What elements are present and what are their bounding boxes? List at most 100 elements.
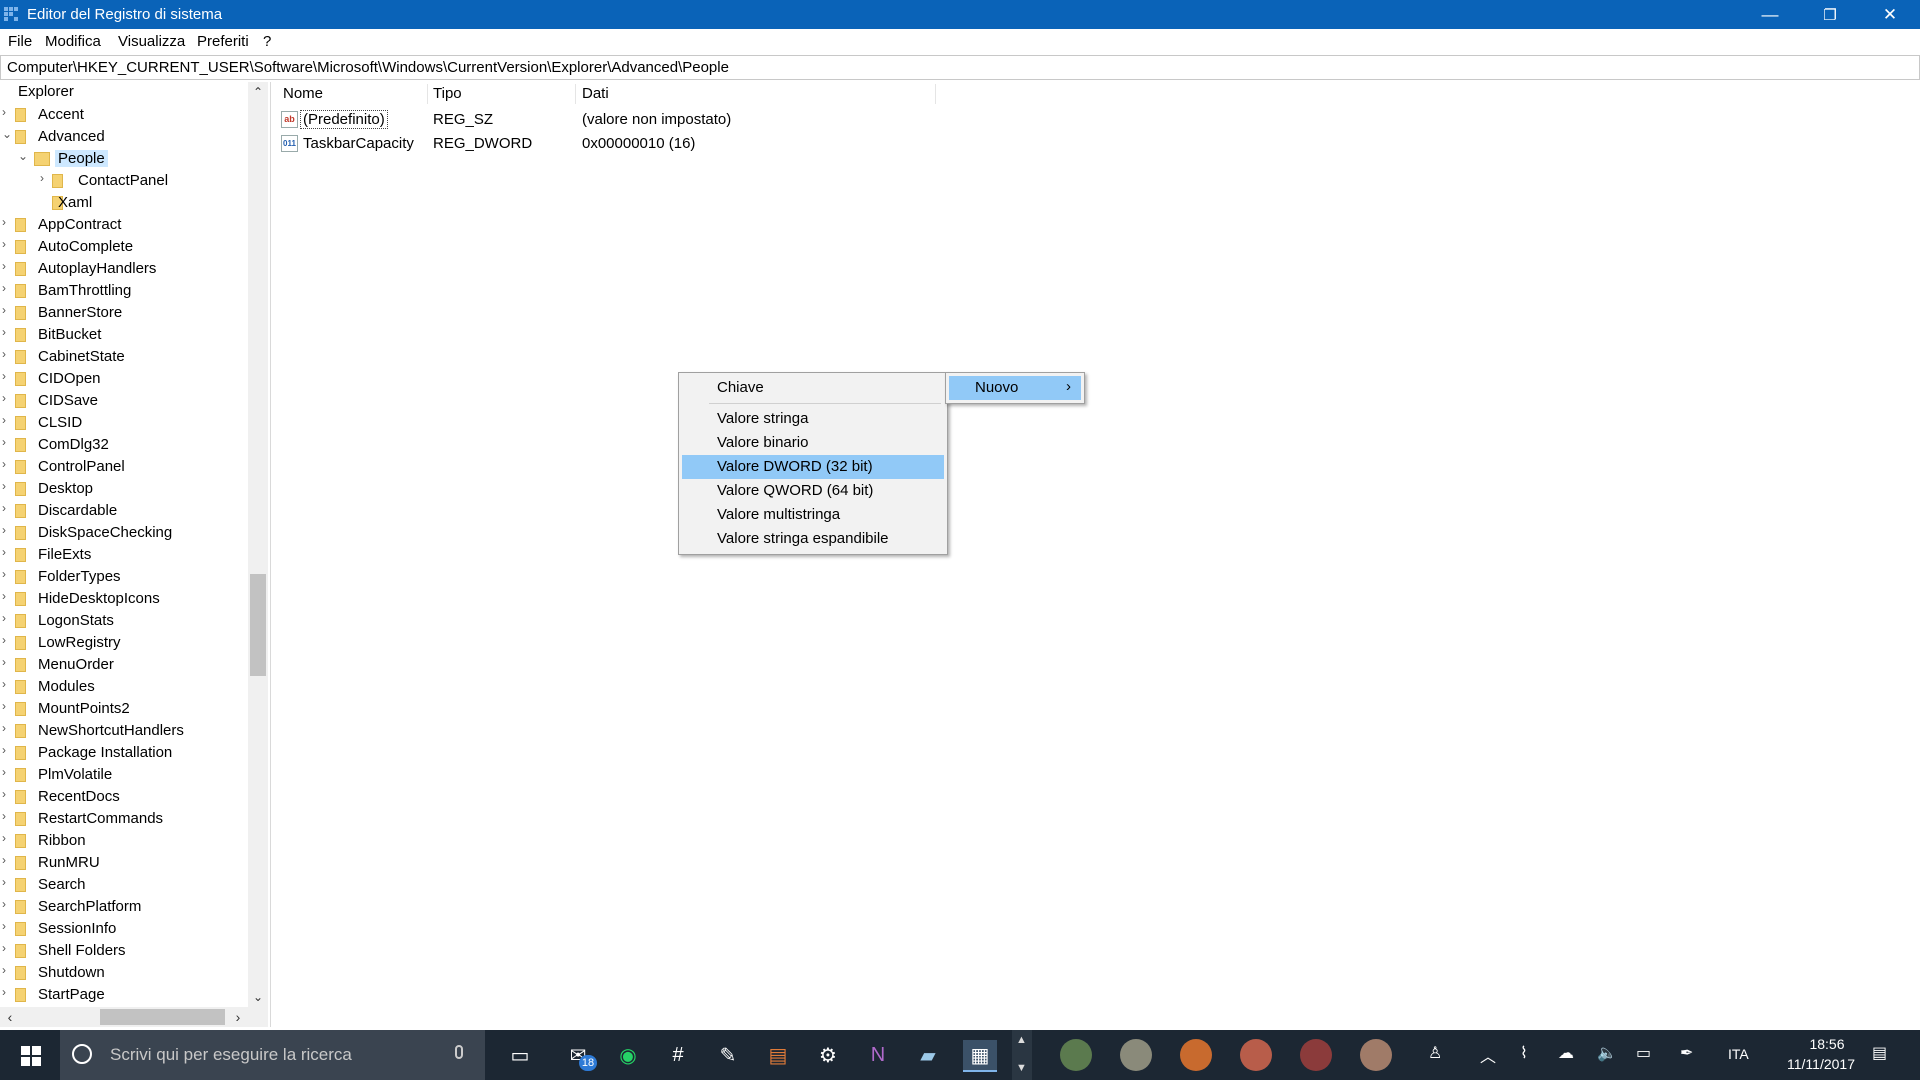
minimize-button[interactable]: — — [1740, 0, 1800, 29]
tree-item-autocomplete[interactable]: › AutoComplete — [0, 236, 248, 258]
contact-avatar[interactable] — [1240, 1039, 1272, 1071]
close-button[interactable]: ✕ — [1860, 0, 1920, 29]
column-header-tipo[interactable]: Tipo — [433, 85, 462, 102]
tree-item-menuorder[interactable]: › MenuOrder — [0, 654, 248, 676]
taskbar-search-box[interactable]: Scrivi qui per eseguire la ricerca — [60, 1030, 485, 1080]
clock-time[interactable]: 18:56 — [1792, 1036, 1862, 1052]
start-button[interactable] — [0, 1030, 60, 1080]
menu-item-valore-multistringa[interactable]: Valore multistringa — [682, 503, 944, 527]
action-center-icon[interactable]: ▤ — [1872, 1043, 1887, 1063]
tree-item-bannerstore[interactable]: › BannerStore — [0, 302, 248, 324]
tree-item-logonstats[interactable]: › LogonStats — [0, 610, 248, 632]
menu-item-valore-stringa[interactable]: Valore stringa — [682, 407, 944, 431]
expand-chevron-icon[interactable]: › — [2, 853, 6, 867]
people-icon[interactable]: ♙ — [1428, 1043, 1442, 1063]
menu-item-valore-binario[interactable]: Valore binario — [682, 431, 944, 455]
column-divider[interactable] — [427, 84, 428, 104]
tree-item-package-installation[interactable]: › Package Installation — [0, 742, 248, 764]
tree-item-clsid[interactable]: › CLSID — [0, 412, 248, 434]
tree-item-cabinetstate[interactable]: › CabinetState — [0, 346, 248, 368]
contact-avatar[interactable] — [1120, 1039, 1152, 1071]
tree-item-bitbucket[interactable]: › BitBucket — [0, 324, 248, 346]
expand-chevron-icon[interactable]: › — [2, 831, 6, 845]
expand-chevron-icon[interactable]: › — [2, 787, 6, 801]
input-language[interactable]: ITA — [1728, 1046, 1749, 1062]
expand-chevron-icon[interactable]: › — [2, 325, 6, 339]
tree-item-xaml[interactable]: Xaml — [0, 192, 248, 214]
expand-chevron-icon[interactable]: › — [2, 567, 6, 581]
expand-chevron-icon[interactable]: › — [2, 699, 6, 713]
tree-item-foldertypes[interactable]: › FolderTypes — [0, 566, 248, 588]
values-list-pane[interactable]: Nome Tipo Dati ab (Predefinito) REG_SZ (… — [272, 82, 1920, 1027]
slack-icon[interactable]: # — [663, 1040, 693, 1070]
expand-chevron-icon[interactable]: › — [2, 413, 6, 427]
expand-chevron-icon[interactable]: › — [2, 347, 6, 361]
regedit-taskbar-icon[interactable]: ▦ — [963, 1040, 997, 1072]
show-hidden-icons-icon[interactable]: ︿ — [1480, 1043, 1496, 1067]
tree-item-contactpanel[interactable]: › ContactPanel — [0, 170, 248, 192]
expand-chevron-icon[interactable]: › — [2, 743, 6, 757]
contact-avatar[interactable] — [1060, 1039, 1092, 1071]
tree-scroll-thumb[interactable] — [250, 574, 266, 676]
expand-chevron-icon[interactable]: › — [2, 369, 6, 383]
value-row-default[interactable]: ab (Predefinito) REG_SZ (valore non impo… — [272, 108, 1072, 132]
expand-chevron-icon[interactable]: › — [2, 501, 6, 515]
expand-chevron-icon[interactable]: › — [2, 457, 6, 471]
clock-date[interactable]: 11/11/2017 — [1766, 1056, 1876, 1072]
tree-item-restartcommands[interactable]: › RestartCommands — [0, 808, 248, 830]
tree-item-sessioninfo[interactable]: › SessionInfo — [0, 918, 248, 940]
tree-item-recentdocs[interactable]: › RecentDocs — [0, 786, 248, 808]
microphone-icon[interactable] — [455, 1045, 463, 1059]
pen-icon[interactable]: ✒ — [1680, 1043, 1693, 1063]
column-header-dati[interactable]: Dati — [582, 85, 609, 102]
tree-item-shell-folders[interactable]: › Shell Folders — [0, 940, 248, 962]
tree-vertical-scrollbar[interactable]: ⌃ ⌄ — [248, 82, 268, 1007]
menu-item-nuovo[interactable]: Nuovo › — [949, 376, 1081, 400]
expand-chevron-icon[interactable]: › — [2, 721, 6, 735]
tree-horizontal-scrollbar[interactable]: ‹ › — [0, 1007, 248, 1027]
tree-item-searchplatform[interactable]: › SearchPlatform — [0, 896, 248, 918]
tree-item-people[interactable]: ⌄ People — [0, 148, 248, 170]
chevron-up-icon[interactable]: ▲ — [1016, 1034, 1027, 1046]
tree-item-bamthrottling[interactable]: › BamThrottling — [0, 280, 248, 302]
tree-item-plmvolatile[interactable]: › PlmVolatile — [0, 764, 248, 786]
menu-item-valore-dword[interactable]: Valore DWORD (32 bit) — [682, 455, 944, 479]
menu-item-valore-stringa-espandibile[interactable]: Valore stringa espandibile — [682, 527, 944, 551]
expand-chevron-icon[interactable]: › — [2, 523, 6, 537]
notes-icon[interactable]: ▰ — [913, 1040, 943, 1070]
menu-item-chiave[interactable]: Chiave — [682, 376, 944, 400]
tree-item-appcontract[interactable]: › AppContract — [0, 214, 248, 236]
expand-chevron-icon[interactable]: › — [40, 171, 44, 185]
expand-chevron-icon[interactable]: › — [2, 281, 6, 295]
expand-chevron-icon[interactable]: › — [2, 941, 6, 955]
expand-chevron-icon[interactable]: › — [2, 237, 6, 251]
tree-item-fileexts[interactable]: › FileExts — [0, 544, 248, 566]
expand-chevron-icon[interactable]: › — [2, 589, 6, 603]
winrar-icon[interactable]: ▤ — [763, 1040, 793, 1070]
settings-gear-icon[interactable]: ⚙ — [813, 1040, 843, 1070]
chevron-down-icon[interactable]: ▼ — [1016, 1062, 1027, 1074]
expand-chevron-icon[interactable]: › — [2, 215, 6, 229]
menu-file[interactable]: File — [8, 33, 32, 50]
tree-item-desktop[interactable]: › Desktop — [0, 478, 248, 500]
tree-item-diskspacechecking[interactable]: › DiskSpaceChecking — [0, 522, 248, 544]
tree-item-discardable[interactable]: › Discardable — [0, 500, 248, 522]
tree-item-modules[interactable]: › Modules — [0, 676, 248, 698]
column-divider[interactable] — [575, 84, 576, 104]
expand-chevron-icon[interactable]: › — [2, 765, 6, 779]
menu-modifica[interactable]: Modifica — [45, 33, 101, 50]
network-icon[interactable]: ⌇ — [1520, 1043, 1528, 1063]
key-tree-pane[interactable]: Explorer › Accent ⌄ Advanced ⌄ People › Contact… — [0, 82, 271, 1027]
tree-item-autoplayhandlers[interactable]: › AutoplayHandlers — [0, 258, 248, 280]
menu-help[interactable]: ? — [263, 33, 271, 50]
collapse-chevron-icon[interactable]: ⌄ — [2, 127, 12, 141]
contact-avatar[interactable] — [1180, 1039, 1212, 1071]
column-header-nome[interactable]: Nome — [283, 85, 323, 102]
value-row-taskbarcapacity[interactable]: 011 TaskbarCapacity REG_DWORD 0x00000010… — [272, 132, 1072, 156]
expand-chevron-icon[interactable]: › — [2, 545, 6, 559]
volume-icon[interactable]: 🔈 — [1597, 1043, 1617, 1063]
contact-avatar[interactable] — [1360, 1039, 1392, 1071]
task-view-icon[interactable]: ▭ — [505, 1040, 535, 1070]
tree-item-hidedesktopicons[interactable]: › HideDesktopIcons — [0, 588, 248, 610]
battery-icon[interactable]: ▭ — [1636, 1043, 1651, 1063]
